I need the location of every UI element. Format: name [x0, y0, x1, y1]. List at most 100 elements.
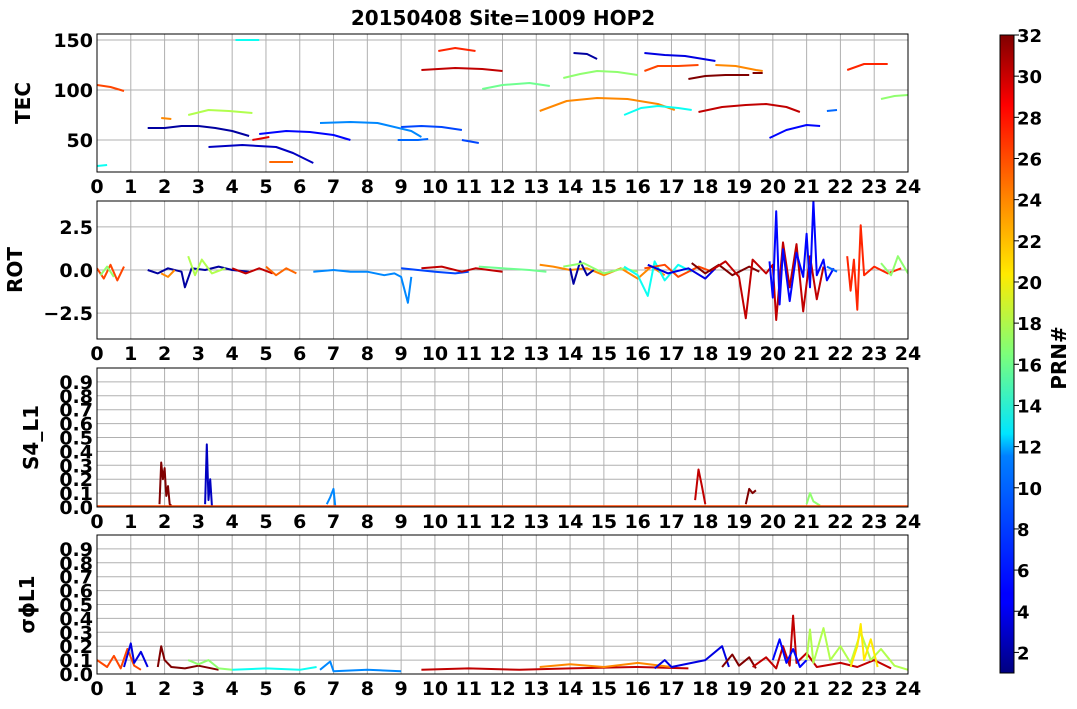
x-tick-label: 1	[124, 511, 137, 533]
x-tick-label: 23	[861, 511, 887, 533]
x-tick-label: 16	[624, 176, 650, 198]
colorbar-tick-label: 16	[1017, 355, 1042, 376]
series-line-prn-18	[187, 109, 253, 116]
series-line-prn-32	[744, 487, 757, 505]
x-tick-label: 18	[692, 511, 718, 533]
x-tick-label: 19	[726, 511, 752, 533]
x-tick-label: 4	[226, 511, 239, 533]
x-tick-label: 9	[395, 511, 408, 533]
colorbar-tick-label: 14	[1017, 396, 1042, 417]
x-tick-label: 14	[557, 176, 583, 198]
x-tick-label: 16	[624, 343, 650, 365]
x-tick-label: 12	[489, 343, 515, 365]
series-line-prn-2	[573, 52, 598, 60]
x-tick-label: 3	[192, 511, 205, 533]
series-line-prn-17	[880, 94, 908, 100]
y-tick-label: 0.9	[59, 372, 93, 394]
x-tick-label: 7	[327, 678, 340, 700]
x-tick-label: 5	[259, 511, 272, 533]
x-tick-label: 13	[523, 678, 549, 700]
colorbar-label: PRN#	[1047, 326, 1071, 390]
y-axis-label: S4_L1	[19, 405, 43, 470]
colorbar-gradient	[999, 34, 1015, 674]
x-tick-label: 17	[658, 678, 684, 700]
figure: 20150408 Site=1009 HOP2 0 1 2 3 4 5 6 7 8 9 10 11 12…	[3, 6, 1071, 700]
x-tick-label: 5	[259, 176, 272, 198]
x-tick-label: 17	[658, 343, 684, 365]
series-line-prn-5	[769, 124, 821, 139]
x-tick-label: 1	[124, 176, 137, 198]
series-line-prn-30	[421, 666, 689, 671]
x-tick-label: 14	[557, 678, 583, 700]
series-line-prn-8	[826, 109, 838, 112]
colorbar-tick-label: 22	[1017, 232, 1042, 253]
x-tick-label: 19	[726, 176, 752, 198]
x-tick-label: 6	[293, 678, 306, 700]
series-line-prn-18	[187, 255, 226, 277]
series-line-prn-30	[698, 103, 801, 113]
x-tick-label: 7	[327, 343, 340, 365]
x-tick-label: 5	[259, 678, 272, 700]
x-tick-label: 24	[895, 343, 921, 365]
x-tick-label: 8	[361, 176, 374, 198]
x-tick-label: 17	[658, 511, 684, 533]
x-tick-label: 4	[226, 678, 239, 700]
y-tick-label: 2.5	[59, 217, 93, 239]
x-tick-label: 13	[523, 343, 549, 365]
x-tick-label: 21	[793, 176, 819, 198]
x-tick-label: 3	[192, 343, 205, 365]
series-line-prn-30	[694, 468, 707, 505]
x-tick-label: 1	[124, 343, 137, 365]
panels-group: 0 1 2 3 4 5 6 7 8 9 10 11 12 13 14 15 16 17 18 19 20 21 22 23 24…	[3, 30, 921, 700]
colorbar-tick-label: 10	[1017, 479, 1042, 500]
chart-title: 20150408 Site=1009 HOP2	[351, 6, 655, 30]
x-tick-label: 7	[327, 511, 340, 533]
x-tick-label: 19	[726, 343, 752, 365]
x-tick-label: 23	[861, 343, 887, 365]
series-line-prn-3	[204, 443, 213, 506]
series-line-prn-9	[319, 660, 402, 673]
x-tick-label: 10	[422, 176, 448, 198]
series-line-prn-27	[438, 47, 476, 52]
series-line-prn-4	[123, 642, 149, 668]
x-tick-label: 13	[523, 511, 549, 533]
x-tick-label: 11	[455, 678, 481, 700]
x-tick-label: 10	[422, 511, 448, 533]
x-tick-label: 18	[692, 343, 718, 365]
x-tick-label: 8	[361, 511, 374, 533]
x-tick-label: 15	[591, 678, 617, 700]
x-tick-label: 22	[827, 343, 853, 365]
x-tick-label: 11	[455, 511, 481, 533]
x-tick-label: 16	[624, 511, 650, 533]
x-tick-label: 8	[361, 678, 374, 700]
x-tick-label: 2	[158, 343, 171, 365]
series-line-prn-8	[397, 138, 429, 141]
x-tick-label: 20	[760, 511, 786, 533]
y-tick-label: −2.5	[43, 303, 93, 325]
series-line-prn-24	[539, 97, 676, 112]
y-tick-label: 0.0	[59, 260, 93, 282]
series-line-prn-17	[563, 70, 638, 79]
series-line-prn-32	[156, 645, 219, 671]
colorbar-tick-label: 28	[1017, 108, 1042, 129]
colorbar-tick-label: 20	[1017, 273, 1042, 294]
series-line-prn-9	[313, 269, 413, 304]
series-line-prn-30	[231, 267, 274, 275]
series-line-prn-24	[539, 661, 672, 668]
x-tick-label: 11	[455, 176, 481, 198]
x-tick-label: 20	[760, 678, 786, 700]
x-tick-label: 2	[158, 176, 171, 198]
y-tick-label: 150	[53, 30, 93, 52]
series-line-prn-32	[688, 74, 750, 80]
x-tick-label: 16	[624, 678, 650, 700]
y-tick-label: 0.9	[59, 539, 93, 561]
y-axis-label: TEC	[11, 82, 35, 124]
x-tick-label: 3	[192, 176, 205, 198]
x-tick-label: 3	[192, 678, 205, 700]
x-tick-label: 9	[395, 678, 408, 700]
series-line-prn-32	[158, 461, 172, 507]
y-tick-label: 50	[67, 130, 93, 152]
panel-ROT: 0 1 2 3 4 5 6 7 8 9 10 11 12 13 14 15 16 17 18 19 20 21 22 23 24…	[3, 200, 921, 365]
series-line-prn-7	[401, 125, 463, 131]
colorbar-tick-label: 30	[1017, 67, 1042, 88]
